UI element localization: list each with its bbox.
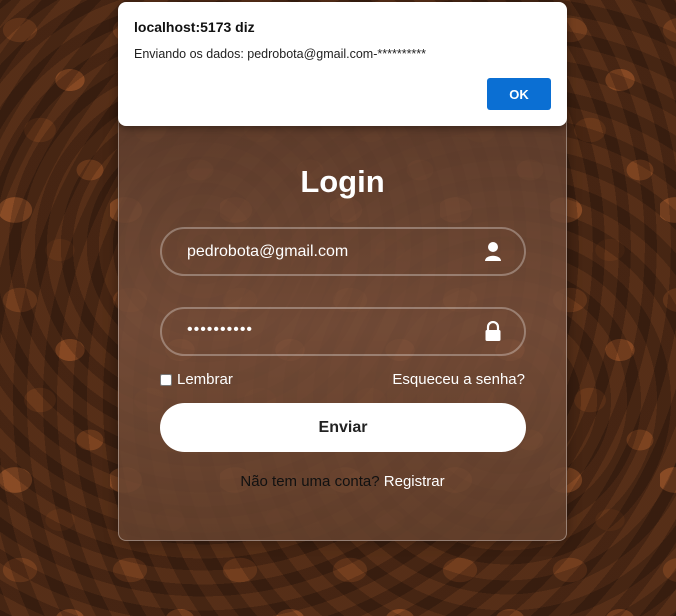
login-card: Login pedrobota@gmail.com •••••••••• Lem… [118, 110, 567, 541]
dialog-title: localhost:5173 diz [134, 19, 255, 35]
signup-prompt: Não tem uma conta? Registrar [119, 473, 566, 490]
page-title: Login [300, 164, 385, 199]
signup-question: Não tem uma conta? [240, 473, 380, 490]
user-icon [485, 242, 501, 261]
email-field[interactable]: pedrobota@gmail.com [160, 227, 526, 276]
remember-checkbox[interactable] [160, 373, 172, 386]
remember-label: Lembrar [177, 371, 233, 388]
register-link[interactable]: Registrar [384, 473, 445, 490]
email-value: pedrobota@gmail.com [187, 243, 349, 260]
ok-button[interactable]: OK [487, 78, 551, 110]
password-field[interactable]: •••••••••• [160, 307, 526, 356]
forgot-password-link[interactable]: Esqueceu a senha? [392, 371, 525, 388]
lock-icon [485, 321, 501, 341]
password-value: •••••••••• [187, 321, 254, 338]
dialog-message: Enviando os dados: pedrobota@gmail.com-*… [134, 47, 427, 61]
submit-button[interactable]: Enviar [160, 403, 526, 452]
alert-dialog: localhost:5173 diz Enviando os dados: pe… [118, 2, 567, 126]
remember-option[interactable]: Lembrar [160, 371, 233, 388]
